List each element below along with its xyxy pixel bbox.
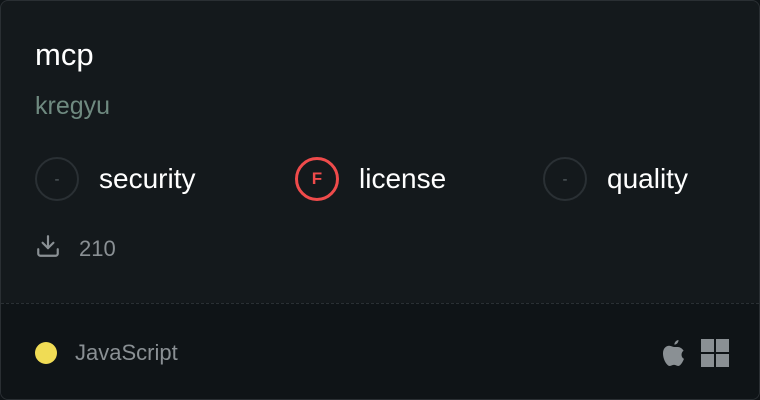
language-name: JavaScript — [75, 340, 178, 365]
quality-score: - quality — [543, 155, 688, 203]
package-card[interactable]: mcp kregyu - security F license - qualit… — [0, 0, 760, 400]
quality-label: quality — [607, 163, 688, 194]
downloads: 210 — [35, 233, 116, 264]
language-color-dot — [35, 342, 57, 364]
security-badge: - — [35, 157, 79, 201]
license-label: license — [359, 163, 447, 194]
license-score: F license — [295, 155, 446, 203]
platforms — [661, 338, 729, 373]
license-badge: F — [295, 157, 339, 201]
windows-icon — [701, 339, 729, 372]
language: JavaScript — [35, 340, 178, 366]
quality-badge: - — [543, 157, 587, 201]
card-footer: JavaScript — [1, 303, 759, 399]
package-author[interactable]: kregyu — [35, 91, 110, 121]
download-count: 210 — [79, 235, 116, 261]
security-score: - security — [35, 155, 195, 203]
apple-icon — [661, 338, 687, 373]
package-name[interactable]: mcp — [35, 37, 94, 73]
download-icon — [35, 233, 61, 264]
security-label: security — [99, 163, 196, 194]
